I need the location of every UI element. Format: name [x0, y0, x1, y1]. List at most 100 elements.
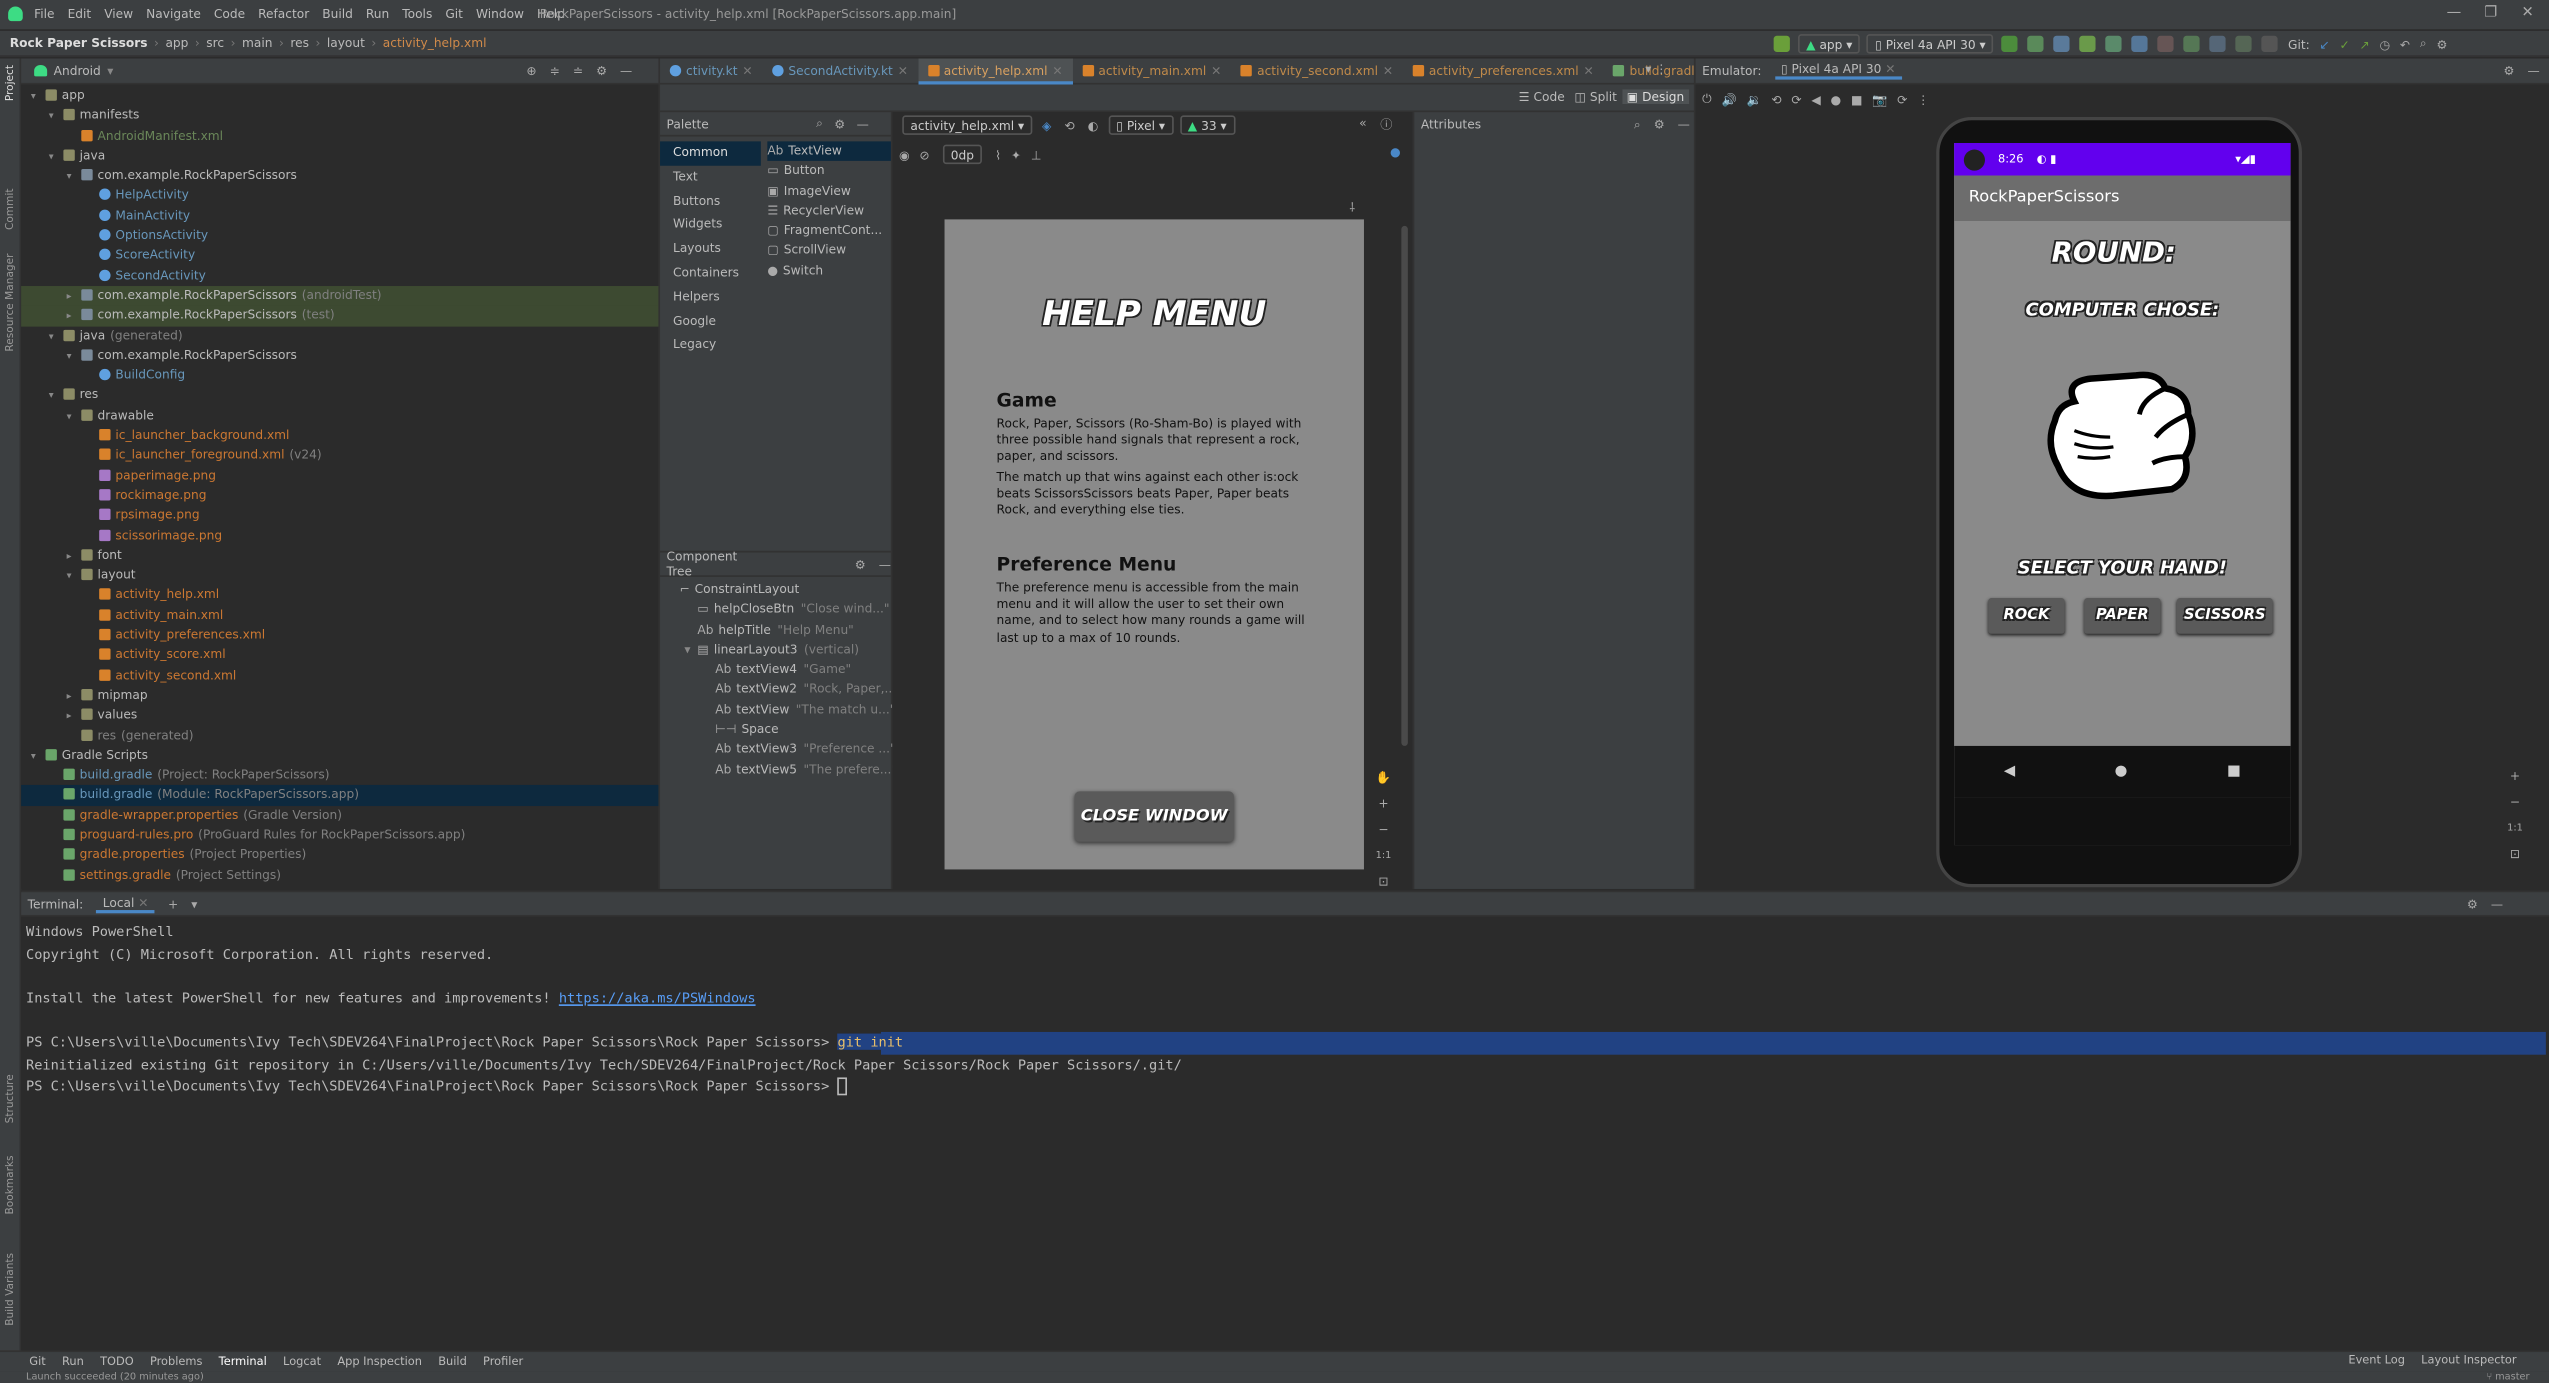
tree-item[interactable]: HelpActivity — [21, 186, 658, 206]
component-tree-gear-icon[interactable]: ⚙ — [855, 557, 866, 572]
editor-tab[interactable]: activity_second.xml ✕ — [1231, 58, 1403, 84]
close-tab-icon[interactable]: ✕ — [898, 63, 908, 78]
back-icon[interactable]: ◀ — [1811, 92, 1820, 107]
palette-category[interactable]: Common — [660, 141, 761, 166]
overview-icon[interactable]: ■ — [1851, 92, 1863, 107]
git-branch[interactable]: ⑂ master — [2486, 1372, 2529, 1383]
tree-item[interactable]: activity_preferences.xml — [21, 626, 658, 646]
tree-item[interactable]: OptionsActivity — [21, 226, 658, 246]
device-dropdown[interactable]: ▯ Pixel 4a API 30 ▾ — [1867, 34, 1994, 54]
tabs-overflow-icon[interactable]: ▾ ⋮ — [1645, 62, 1667, 77]
paper-button[interactable]: PAPER — [2084, 598, 2161, 634]
tree-item[interactable]: MainActivity — [21, 206, 658, 226]
expand-arrow-icon[interactable]: ▾ — [67, 567, 82, 587]
close-window-icon[interactable]: ✕ — [2521, 5, 2533, 21]
expand-arrow-icon[interactable]: ▾ — [49, 388, 64, 408]
file-dropdown[interactable]: activity_help.xml ▾ — [902, 115, 1033, 135]
sdk-manager-icon[interactable] — [2235, 35, 2253, 53]
rock-button[interactable]: ROCK — [1988, 598, 2065, 634]
tree-item[interactable]: BuildConfig — [21, 366, 658, 386]
menu-tools[interactable]: Tools — [402, 7, 432, 22]
tree-item[interactable]: ▾ java — [21, 146, 658, 166]
breadcrumb-item[interactable]: src — [206, 36, 224, 51]
hide-panel-icon[interactable]: — — [620, 63, 632, 78]
warnings-icon[interactable]: ⓘ — [1380, 115, 1392, 133]
resize-handle-icon[interactable]: ⸸ — [1349, 200, 1355, 216]
device-preview-dropdown[interactable]: ▯ Pixel ▾ — [1108, 115, 1174, 135]
tree-item[interactable]: res (generated) — [21, 726, 658, 746]
palette-gear-icon[interactable]: ⚙ — [834, 116, 845, 131]
more-icon[interactable]: ⋮ — [1917, 92, 1929, 107]
volume-up-icon[interactable]: 🔊 — [1722, 92, 1737, 107]
editor-tab[interactable]: activity_help.xml ✕ — [917, 57, 1073, 84]
expand-arrow-icon[interactable]: ▾ — [49, 148, 64, 168]
home-icon[interactable]: ● — [1831, 92, 1842, 107]
zoom-in-icon[interactable]: + — [1374, 791, 1394, 817]
structure-tool-tab[interactable]: Structure — [3, 1074, 16, 1123]
tree-item[interactable]: ScoreActivity — [21, 246, 658, 266]
tree-item[interactable]: scissorimage.png — [21, 526, 658, 546]
component-tree-row[interactable]: ▭ helpCloseBtn "Close wind..." — [660, 600, 891, 620]
hammer-icon[interactable] — [1773, 35, 1790, 53]
terminal-tab-local[interactable]: Local ✕ — [96, 895, 156, 913]
editor-tab[interactable]: activity_preferences.xml ✕ — [1403, 58, 1604, 84]
sync-gradle-icon[interactable] — [2183, 35, 2201, 53]
tree-item[interactable]: ▾ app — [21, 86, 658, 106]
terminal-link[interactable]: https://aka.ms/PSWindows — [559, 989, 756, 1005]
emulator-zoom-out-icon[interactable]: − — [2505, 790, 2525, 816]
expand-all-icon[interactable]: ≑ — [550, 63, 560, 78]
terminal-hide-icon[interactable]: — — [2491, 896, 2503, 911]
git-commit-icon[interactable]: ✓ — [2340, 37, 2350, 52]
apply-changes-icon[interactable] — [2027, 35, 2045, 53]
emulator-device-tab[interactable]: ▯ Pixel 4a API 30 ✕ — [1774, 62, 1903, 80]
tree-item[interactable]: paperimage.png — [21, 466, 658, 486]
guidelines-icon[interactable]: ⊥ — [1031, 147, 1042, 162]
debug-icon[interactable] — [2079, 35, 2097, 53]
tree-item[interactable]: SecondActivity — [21, 266, 658, 286]
search-everywhere-icon[interactable]: ⌕ — [2420, 36, 2427, 52]
resource-manager-tool-tab[interactable]: Resource Manager — [3, 254, 16, 352]
close-tab-icon[interactable]: ✕ — [1583, 63, 1593, 78]
tool-window-problems[interactable]: Problems — [150, 1355, 202, 1368]
screenshot-icon[interactable]: 📷 — [1872, 92, 1887, 107]
attach-debugger-icon[interactable] — [2131, 35, 2149, 53]
tree-item[interactable]: ▾ java (generated) — [21, 326, 658, 346]
emulator-zoom-actual-size[interactable]: 1:1 — [2505, 816, 2525, 842]
git-rollback-icon[interactable]: ↶ — [2400, 37, 2410, 52]
canvas-scrollbar[interactable] — [1401, 225, 1408, 746]
collapse-all-icon[interactable]: ≐ — [573, 63, 583, 78]
component-tree-row[interactable]: ▾ ▤ linearLayout3 (vertical) — [660, 640, 891, 660]
palette-item[interactable]: ▭ Button — [767, 161, 891, 181]
commit-tool-tab[interactable]: Commit — [3, 189, 16, 231]
tool-window-build[interactable]: Build — [438, 1355, 467, 1368]
search-icon[interactable]: ⌕ — [816, 115, 823, 131]
editor-tab[interactable]: activity_main.xml ✕ — [1072, 58, 1231, 84]
stop-icon[interactable] — [2157, 35, 2175, 53]
palette-category[interactable]: Containers — [660, 262, 761, 286]
palette-category[interactable]: Buttons — [660, 189, 761, 213]
close-tab-icon[interactable]: ✕ — [1052, 63, 1062, 78]
volume-down-icon[interactable]: 🔉 — [1746, 92, 1761, 107]
breadcrumb-item[interactable]: activity_help.xml — [383, 36, 487, 51]
project-tool-tab[interactable]: Project — [3, 65, 16, 101]
tree-item[interactable]: proguard-rules.pro (ProGuard Rules for Ro… — [21, 826, 658, 846]
infer-constraints-icon[interactable]: ✦ — [1011, 147, 1021, 162]
rotate-left-icon[interactable]: ⟲ — [1771, 92, 1781, 107]
menu-git[interactable]: Git — [445, 7, 463, 22]
tree-item[interactable]: ▾ manifests — [21, 106, 658, 126]
expand-arrow-icon[interactable]: ▾ — [684, 640, 697, 660]
tree-item[interactable]: ▸ com.example.RockPaperScissors (test) — [21, 305, 659, 326]
run-config-dropdown[interactable]: ▲ app ▾ — [1798, 34, 1861, 54]
tool-window-logcat[interactable]: Logcat — [283, 1355, 321, 1368]
tree-item[interactable]: gradle-wrapper.properties (Gradle Version… — [21, 806, 658, 826]
expand-arrow-icon[interactable]: ▾ — [67, 407, 82, 427]
editor-tab[interactable]: SecondActivity.kt ✕ — [762, 58, 917, 84]
phone-home-icon[interactable]: ● — [2115, 764, 2128, 780]
palette-category[interactable]: Helpers — [660, 286, 761, 310]
tree-item[interactable]: activity_second.xml — [21, 666, 658, 686]
settings-icon[interactable]: ⚙ — [2436, 37, 2447, 52]
tool-window-todo[interactable]: TODO — [100, 1355, 134, 1368]
autoconnect-icon[interactable]: ⊘ — [919, 147, 929, 162]
zoom-out-icon[interactable]: − — [1374, 817, 1394, 843]
design-view-button[interactable]: ▣ Design — [1621, 89, 1690, 105]
